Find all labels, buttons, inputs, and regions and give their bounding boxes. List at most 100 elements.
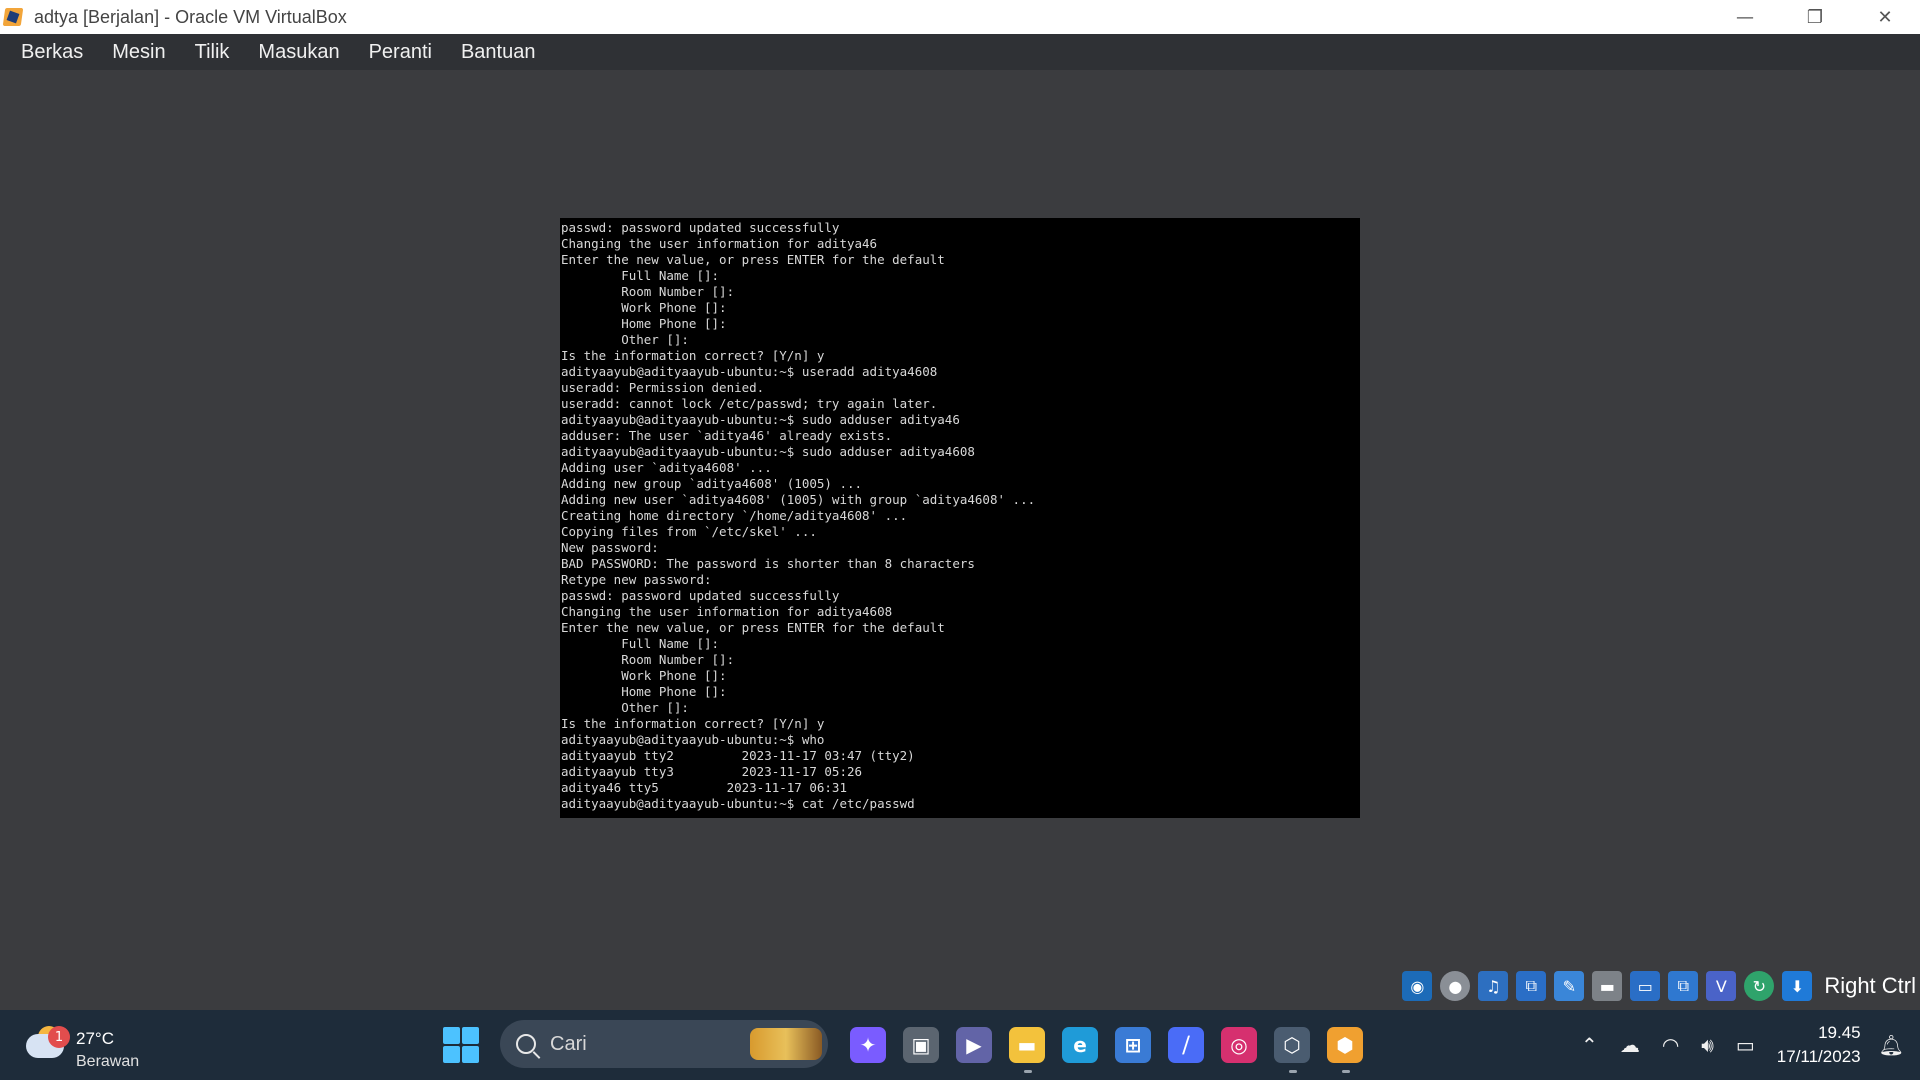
terminal-line: adduser: The user `aditya46' already exi… — [561, 428, 893, 443]
system-tray: ⌃ ☁ ◠ 🔊︎ ▭ 19.45 17/11/2023 🔔︎ — [1581, 1010, 1920, 1080]
minimize-button[interactable]: — — [1710, 0, 1780, 34]
windows-taskbar: 1 27°C Berawan Cari ✦ ▣ ▶ ▬ e ⊞ ⧸ ◎ ⬡ ⬢ ⌃ ☁ ◠ 🔊︎ … — [0, 1010, 1920, 1080]
display-icon[interactable]: ▭ — [1630, 971, 1661, 1001]
running-indicator — [1024, 1070, 1032, 1073]
terminal-line: adityaayub@adityaayub-ubuntu:~$ useradd … — [561, 364, 938, 379]
terminal-line: useradd: cannot lock /etc/passwd; try ag… — [561, 396, 938, 411]
taskbar-app-teams-chat[interactable]: ▶ — [952, 1023, 996, 1067]
vscode-like-icon: ⧸ — [1168, 1027, 1204, 1063]
file-explorer-icon: ▬ — [1009, 1027, 1045, 1063]
clock-time: 19.45 — [1818, 1023, 1861, 1042]
search-placeholder: Cari — [550, 1032, 587, 1055]
window-title: adtya [Berjalan] - Oracle VM VirtualBox — [34, 6, 347, 27]
terminal-line: Full Name []: — [561, 268, 720, 283]
chevron-up-icon[interactable]: ⌃ — [1581, 1033, 1598, 1057]
vm-terminal-screen[interactable]: passwd: password updated successfully Cha… — [560, 218, 1360, 818]
taskbar-app-virtualbox-vm[interactable]: ⬢ — [1323, 1023, 1367, 1073]
terminal-line: adityaayub tty2 2023-11-17 03:47 (tty2) — [561, 748, 915, 763]
terminal-line: Room Number []: — [561, 284, 735, 299]
terminal-line: BAD PASSWORD: The password is shorter th… — [561, 556, 975, 571]
taskbar-app-vscode-like[interactable]: ⧸ — [1164, 1023, 1208, 1067]
taskbar-app-microsoft-store[interactable]: ⊞ — [1111, 1023, 1155, 1067]
running-indicator — [1342, 1070, 1350, 1073]
terminal-line: passwd: password updated successfully — [561, 220, 840, 235]
instagram-icon: ◎ — [1221, 1027, 1257, 1063]
notification-badge: 1 — [48, 1026, 70, 1048]
terminal-line: Adding new group `aditya4608' (1005) ... — [561, 476, 863, 491]
recording-icon[interactable]: ⧉ — [1668, 971, 1699, 1001]
onedrive-icon[interactable]: ☁ — [1620, 1033, 1640, 1057]
terminal-line: aditya46 tty5 2023-11-17 06:31 — [561, 780, 847, 795]
terminal-line: Enter the new value, or press ENTER for … — [561, 620, 945, 635]
terminal-line: Work Phone []: — [561, 300, 727, 315]
terminal-line: Creating home directory `/home/aditya460… — [561, 508, 908, 523]
close-button[interactable]: ✕ — [1850, 0, 1920, 34]
window-titlebar: adtya [Berjalan] - Oracle VM VirtualBox … — [0, 0, 1920, 34]
weather-temperature: 27°C — [76, 1029, 114, 1048]
wifi-icon[interactable]: ◠ — [1662, 1033, 1679, 1057]
start-button[interactable] — [443, 1027, 479, 1063]
terminal-line: Other []: — [561, 700, 689, 715]
microsoft-store-icon: ⊞ — [1115, 1027, 1151, 1063]
terminal-line: Adding new user `aditya4608' (1005) with… — [561, 492, 1036, 507]
taskbar-app-instagram[interactable]: ◎ — [1217, 1023, 1261, 1067]
taskbar-search-box[interactable]: Cari — [500, 1020, 828, 1068]
taskbar-clock[interactable]: 19.45 17/11/2023 — [1777, 1023, 1861, 1067]
cpu-icon[interactable]: ↻ — [1744, 971, 1775, 1001]
network-icon[interactable]: ⧉ — [1516, 971, 1547, 1001]
weather-widget[interactable]: 1 27°C Berawan — [26, 1020, 186, 1070]
volume-icon[interactable]: 🔊︎ — [1701, 1033, 1714, 1057]
terminal-line: adityaayub@adityaayub-ubuntu:~$ cat /etc… — [561, 796, 915, 811]
menu-berkas[interactable]: Berkas — [21, 41, 83, 64]
copilot-icon: ✦ — [850, 1027, 886, 1063]
taskbar-app-copilot[interactable]: ✦ — [846, 1023, 890, 1067]
edge-icon: e — [1062, 1027, 1098, 1063]
terminal-line: Home Phone []: — [561, 684, 727, 699]
vrde-icon[interactable]: V — [1706, 971, 1737, 1001]
virtualbox-icon — [2, 5, 26, 29]
terminal-line: Changing the user information for aditya… — [561, 236, 878, 251]
terminal-line: Is the information correct? [Y/n] y — [561, 348, 825, 363]
mouse-integration-icon[interactable]: ⬇ — [1782, 971, 1813, 1001]
menu-masukan[interactable]: Masukan — [258, 41, 339, 64]
terminal-line: adityaayub@adityaayub-ubuntu:~$ who — [561, 732, 825, 747]
usb-icon[interactable]: ✎ — [1554, 971, 1585, 1001]
weather-condition: Berawan — [76, 1053, 140, 1070]
battery-icon[interactable]: ▭ — [1736, 1033, 1755, 1057]
audio-icon[interactable]: ♫ — [1478, 971, 1509, 1001]
terminal-line: Room Number []: — [561, 652, 735, 667]
taskbar-app-edge[interactable]: e — [1058, 1023, 1102, 1067]
optical-drive-icon[interactable]: ● — [1440, 971, 1471, 1001]
terminal-line: Changing the user information for aditya… — [561, 604, 893, 619]
virtualbox-icon: ⬡ — [1274, 1027, 1310, 1063]
menu-tilik[interactable]: Tilik — [195, 41, 230, 64]
windows-logo-icon — [462, 1046, 479, 1063]
restore-button[interactable]: ❐ — [1780, 0, 1850, 34]
taskbar-app-virtualbox[interactable]: ⬡ — [1270, 1023, 1314, 1073]
terminal-line: adityaayub@adityaayub-ubuntu:~$ sudo add… — [561, 444, 975, 459]
terminal-line: Work Phone []: — [561, 668, 727, 683]
notification-bell-icon[interactable]: 🔔︎ — [1879, 1033, 1904, 1057]
search-highlight-image — [750, 1028, 822, 1060]
vm-status-bar: ◉ ● ♫ ⧉ ✎ ▬ ▭ ⧉ V ↻ ⬇ Right Ctrl — [1402, 968, 1916, 1004]
terminal-line: useradd: Permission denied. — [561, 380, 765, 395]
terminal-line: Retype new password: — [561, 572, 712, 587]
taskbar-app-task-view[interactable]: ▣ — [899, 1023, 943, 1067]
terminal-line: adityaayub@adityaayub-ubuntu:~$ sudo add… — [561, 412, 960, 427]
taskbar-app-file-explorer[interactable]: ▬ — [1005, 1023, 1049, 1073]
host-key-label: Right Ctrl — [1824, 973, 1916, 998]
shared-folders-icon[interactable]: ▬ — [1592, 971, 1623, 1001]
clock-date: 17/11/2023 — [1776, 1047, 1861, 1066]
menu-peranti[interactable]: Peranti — [369, 41, 432, 64]
terminal-line: passwd: password updated successfully — [561, 588, 840, 603]
menu-bar: Berkas Mesin Tilik Masukan Peranti Bantu… — [0, 34, 1920, 70]
hard-disk-icon[interactable]: ◉ — [1402, 971, 1433, 1001]
terminal-line: Copying files from `/etc/skel' ... — [561, 524, 817, 539]
menu-bantuan[interactable]: Bantuan — [461, 41, 536, 64]
terminal-line: Home Phone []: — [561, 316, 727, 331]
menu-mesin[interactable]: Mesin — [112, 41, 165, 64]
terminal-line: New password: — [561, 540, 659, 555]
running-indicator — [1289, 1070, 1297, 1073]
windows-logo-icon — [462, 1027, 479, 1044]
windows-logo-icon — [443, 1027, 460, 1044]
